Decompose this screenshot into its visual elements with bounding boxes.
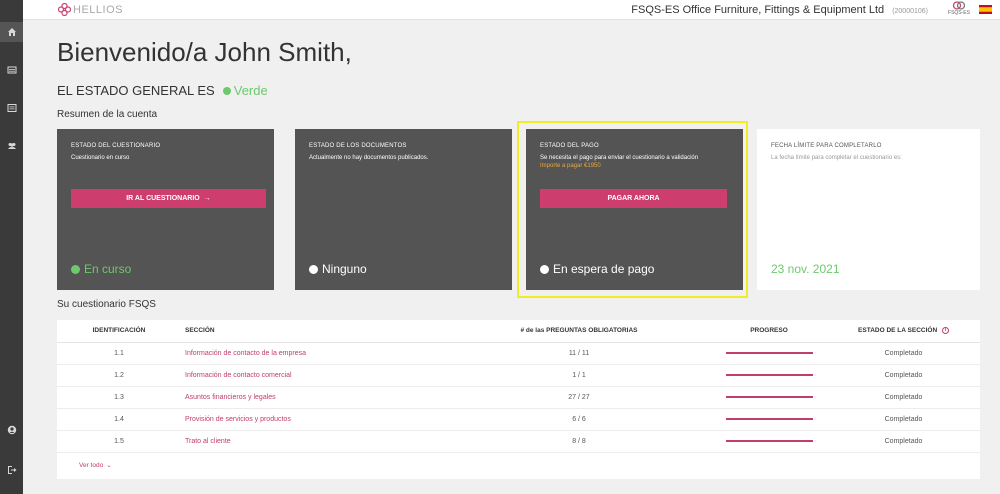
info-icon[interactable]: i <box>941 327 949 335</box>
card-description: Actualmente no hay documentos publicados… <box>309 155 429 161</box>
general-status-label: EL ESTADO GENERAL ES <box>57 83 215 98</box>
view-all-link[interactable]: Ver todo ⌄ <box>79 461 112 470</box>
state-dot-icon <box>71 264 80 274</box>
row-status: Completado <box>827 430 980 453</box>
sidebar <box>0 0 23 494</box>
view-all-label: Ver todo <box>79 461 104 469</box>
list-icon[interactable] <box>0 60 23 80</box>
progress-bar <box>725 395 813 398</box>
home-icon[interactable] <box>0 22 23 42</box>
column-header-progress: PROGRESO <box>711 320 827 343</box>
card-state-label: En curso <box>84 262 132 276</box>
button-label: IR AL CUESTIONARIO <box>126 195 200 202</box>
due-date: 23 nov. 2021 <box>771 262 840 276</box>
user-icon[interactable] <box>0 420 23 440</box>
logout-icon[interactable] <box>0 460 23 480</box>
table-row: 1.1 Información de contacto de la empres… <box>57 342 980 365</box>
card-description: Cuestionario en curso <box>71 155 130 161</box>
table-row: 1.5 Trato al cliente 8 / 8 Completado <box>57 430 980 453</box>
questionnaire-section-title: Su cuestionario FSQS <box>57 299 156 310</box>
row-questions: 6 / 6 <box>447 408 711 431</box>
row-status: Completado <box>827 408 980 431</box>
company-info: FSQS-ES Office Furniture, Fittings & Equ… <box>631 4 928 16</box>
documents-status-card: ESTADO DE LOS DOCUMENTOS Actualmente no … <box>295 129 512 290</box>
row-questions: 1 / 1 <box>447 364 711 387</box>
arrow-right-icon: → <box>203 195 211 202</box>
row-status: Completado <box>827 364 980 387</box>
general-status: EL ESTADO GENERAL ES Verde <box>57 83 268 98</box>
card-title: ESTADO DE LOS DOCUMENTOS <box>309 143 407 149</box>
progress-bar <box>725 351 813 354</box>
account-summary-title: Resumen de la cuenta <box>57 109 158 120</box>
row-section-link[interactable]: Información de contacto comercial <box>181 364 447 387</box>
progress-bar <box>725 373 813 376</box>
fsqs-badge-icon <box>952 1 966 10</box>
hellios-logo[interactable]: HELLIOS <box>58 3 123 16</box>
card-state: Ninguno <box>309 262 367 276</box>
card-description: La fecha límite para completar el cuesti… <box>771 155 902 161</box>
card-state: En curso <box>71 262 131 276</box>
card-state-label: Ninguno <box>322 262 367 276</box>
row-section-link[interactable]: Información de contacto de la empresa <box>181 342 447 365</box>
status-dot-icon <box>222 86 231 95</box>
row-id: 1.5 <box>57 430 181 453</box>
table-row: 1.3 Asuntos financieros y legales 27 / 2… <box>57 386 980 409</box>
spain-flag-icon[interactable] <box>979 5 992 14</box>
row-id: 1.1 <box>57 342 181 365</box>
table-row: 1.2 Información de contacto comercial 1 … <box>57 364 980 387</box>
highlight-box <box>517 121 748 298</box>
chevron-down-icon: ⌄ <box>106 462 112 469</box>
logo-icon <box>58 3 71 16</box>
row-id: 1.2 <box>57 364 181 387</box>
card-title: ESTADO DEL CUESTIONARIO <box>71 143 161 149</box>
progress-bar <box>725 439 813 442</box>
deadline-card: FECHA LÍMITE PARA COMPLETARLO La fecha l… <box>757 129 980 290</box>
row-questions: 8 / 8 <box>447 430 711 453</box>
row-status: Completado <box>827 386 980 409</box>
users-icon[interactable] <box>0 136 23 156</box>
column-header-questions: # de las PREGUNTAS OBLIGATORIAS <box>447 320 711 343</box>
fsqs-badge-label: FSQS-ES <box>948 10 970 16</box>
row-id: 1.4 <box>57 408 181 431</box>
table-row: 1.4 Provisión de servicios y productos 6… <box>57 408 980 431</box>
questionnaire-status-card: ESTADO DEL CUESTIONARIO Cuestionario en … <box>57 129 274 290</box>
logo-text: HELLIOS <box>73 3 123 16</box>
top-header: HELLIOS FSQS-ES Office Furniture, Fittin… <box>23 0 1000 20</box>
state-dot-icon <box>309 264 318 274</box>
go-to-questionnaire-button[interactable]: IR AL CUESTIONARIO → <box>71 189 266 208</box>
column-header-status: ESTADO DE LA SECCIÓN i <box>827 320 980 343</box>
row-section-link[interactable]: Trato al cliente <box>181 430 447 453</box>
table-header-row: IDENTIFICACIÓN SECCIÓN # de las PREGUNTA… <box>57 320 980 343</box>
row-status: Completado <box>827 342 980 365</box>
company-id: (20000106) <box>892 8 928 15</box>
row-section-link[interactable]: Asuntos financieros y legales <box>181 386 447 409</box>
row-id: 1.3 <box>57 386 181 409</box>
card-title: FECHA LÍMITE PARA COMPLETARLO <box>771 143 882 149</box>
fsqs-badge[interactable]: FSQS-ES <box>946 1 972 16</box>
column-header-id: IDENTIFICACIÓN <box>57 320 181 343</box>
row-questions: 27 / 27 <box>447 386 711 409</box>
progress-bar <box>725 417 813 420</box>
document-icon[interactable] <box>0 98 23 118</box>
column-header-section: SECCIÓN <box>181 320 447 343</box>
general-status-value: Verde <box>233 83 268 98</box>
row-section-link[interactable]: Provisión de servicios y productos <box>181 408 447 431</box>
company-name: FSQS-ES Office Furniture, Fittings & Equ… <box>631 4 885 16</box>
column-header-status-label: ESTADO DE LA SECCIÓN <box>858 327 938 335</box>
page-title: Bienvenido/a John Smith, <box>57 37 352 67</box>
row-questions: 11 / 11 <box>447 342 711 365</box>
questionnaire-table: IDENTIFICACIÓN SECCIÓN # de las PREGUNTA… <box>57 320 980 479</box>
